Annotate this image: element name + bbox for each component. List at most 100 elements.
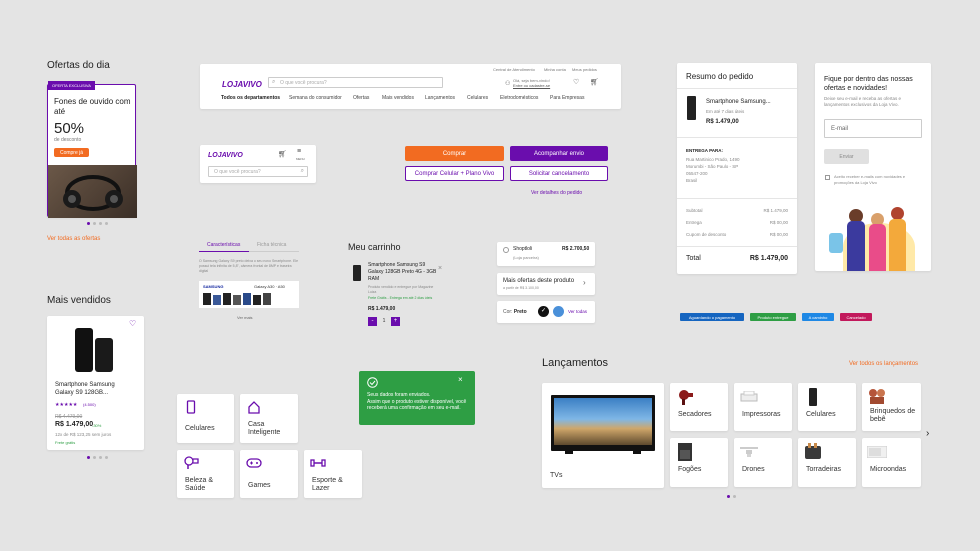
printer-image xyxy=(740,391,758,402)
resumo-divider-3 xyxy=(677,198,797,199)
enviar-button[interactable]: Enviar xyxy=(824,149,869,164)
resumo-title: Resumo do pedido xyxy=(686,72,754,81)
microwave-image xyxy=(867,446,887,458)
carousel-next-icon[interactable]: › xyxy=(926,428,929,439)
category-beleza-saude[interactable]: Beleza & Saúde xyxy=(177,450,234,498)
nav-empresas[interactable]: Para Empresas xyxy=(550,95,584,101)
ver-todas-cores-link[interactable]: Ver todas xyxy=(568,309,587,314)
category-celulares[interactable]: Celulares xyxy=(177,394,234,443)
offer-headline: Fones de ouvido com até xyxy=(54,97,131,116)
newsletter-email-placeholder: E-mail xyxy=(831,126,849,132)
chevron-right-icon: › xyxy=(583,278,586,287)
ver-todos-lancamentos-link[interactable]: Ver todos os lançamentos xyxy=(849,361,918,367)
qty-plus-button[interactable]: + xyxy=(391,317,400,326)
nav-mais-vendidos[interactable]: Mais vendidos xyxy=(382,95,414,101)
cor-label-text: Cor: xyxy=(503,309,513,315)
ver-detalhes-pedido-link[interactable]: Ver detalhes do pedido xyxy=(531,190,582,196)
cupom-value: R$ 00,00 xyxy=(769,232,788,237)
cart-shipping: Frete Grátis - Entrega em até 2 dias úte… xyxy=(368,296,433,300)
category-casa-inteligente[interactable]: Casa Inteligente xyxy=(240,394,298,443)
total-value: R$ 1.479,00 xyxy=(749,255,788,262)
product-price: R$ 1.479,00 xyxy=(55,421,94,428)
color-swatch-black[interactable]: ✓ xyxy=(538,306,549,317)
nav-ofertas[interactable]: Ofertas xyxy=(353,95,369,101)
cart-icon[interactable]: 🛒︎ xyxy=(590,78,599,86)
lancamentos-pagination[interactable] xyxy=(727,495,736,498)
top-link-conta[interactable]: Minha conta xyxy=(544,67,566,72)
hairdryer-icon xyxy=(184,456,199,469)
product-tabs: Características Ficha técnica O Samsung … xyxy=(199,238,299,326)
seller-radio[interactable] xyxy=(503,247,509,253)
top-link-atendimento[interactable]: Central de Atendimento xyxy=(493,67,535,72)
nav-eletrodomesticos[interactable]: Eletrodomésticos xyxy=(500,95,538,101)
mobile-logo[interactable]: LOJAVIVO xyxy=(208,152,243,159)
nav-celulares[interactable]: Celulares xyxy=(467,95,488,101)
cart-remove-icon[interactable]: × xyxy=(438,265,442,272)
mais-vendidos-pagination[interactable] xyxy=(87,456,108,459)
tab-ficha-tecnica[interactable]: Ficha técnica xyxy=(257,242,286,248)
category-tvs[interactable]: TVs xyxy=(542,383,664,488)
ofertas-title: Ofertas do dia xyxy=(47,60,110,71)
category-microondas[interactable]: Microondas xyxy=(862,438,921,487)
nav-lancamentos[interactable]: Lançamentos xyxy=(425,95,455,101)
tab-caracteristicas[interactable]: Características xyxy=(207,242,240,248)
tab-text: O Samsung Galaxy S9 preto deixa o seu no… xyxy=(199,259,299,273)
search-input[interactable]: ⌕ O que você procura? xyxy=(268,77,443,88)
mais-ofertas-label: Mais ofertas deste produto xyxy=(503,278,575,284)
color-swatch-blue[interactable] xyxy=(553,306,564,317)
status-badge-entregue: Produto entregue xyxy=(750,313,796,321)
category-drones[interactable]: Drones xyxy=(734,438,792,487)
mobile-search-icon: ⌕ xyxy=(300,168,304,174)
product-card[interactable]: ♡ Smartphone Samsung Galaxy S9 128GB... … xyxy=(47,316,144,450)
seller-option[interactable]: Shoptloli (Loja parceira) R$ 2.700,50 xyxy=(497,242,595,266)
product-name: Smartphone Samsung Galaxy S9 128GB... xyxy=(55,382,115,396)
ver-todas-ofertas-link[interactable]: Ver todas as ofertas xyxy=(47,236,100,242)
category-impressoras[interactable]: Impressoras xyxy=(734,383,792,431)
ofertas-pagination[interactable] xyxy=(87,222,108,225)
resumo-divider-4 xyxy=(677,246,797,247)
ver-mais-link[interactable]: Ver mais xyxy=(237,315,253,320)
product-phone-image xyxy=(73,326,117,376)
compre-ja-button[interactable]: Compre já xyxy=(54,148,89,157)
mais-ofertas-card[interactable]: Mais ofertas deste produto a partir de R… xyxy=(497,273,595,295)
toast-line2: Assim que o produto estiver disponível, … xyxy=(367,399,467,411)
search-placeholder: O que você procura? xyxy=(280,80,327,86)
status-badge-a-caminho: A caminho xyxy=(802,313,834,321)
logo[interactable]: LOJAVIVO xyxy=(222,80,262,89)
stove-image xyxy=(678,443,692,461)
nav-semana-consumidor[interactable]: Semana do consumidor xyxy=(289,95,342,101)
resumo-delivery: Em até 7 dias úteis xyxy=(706,109,745,114)
acompanhar-envio-button[interactable]: Acompanhar envio xyxy=(510,146,608,161)
menu-icon[interactable]: ≡ xyxy=(297,148,301,155)
toy-image xyxy=(869,389,885,404)
category-microondas-label: Microondas xyxy=(870,466,907,473)
comprar-button[interactable]: Comprar xyxy=(405,146,504,161)
category-torradeiras[interactable]: Torradeiras xyxy=(798,438,856,487)
category-secadores[interactable]: Secadores xyxy=(670,383,728,431)
search-icon: ⌕ xyxy=(272,79,276,85)
qty-value[interactable]: 1 xyxy=(379,317,389,326)
category-brinquedos[interactable]: Brinquedos de bebê xyxy=(862,383,921,431)
cart-seller: Produto vendido e entregue por Magazine … xyxy=(368,285,434,294)
total-label: Total xyxy=(686,255,701,262)
favorite-heart-icon[interactable]: ♡ xyxy=(129,319,136,328)
qty-minus-button[interactable]: - xyxy=(368,317,377,326)
cor-value: Preto xyxy=(513,309,527,315)
category-beleza-label: Beleza & Saúde xyxy=(185,477,214,492)
heart-icon[interactable]: ♡ xyxy=(573,78,579,86)
solicitar-cancelamento-button[interactable]: Solicitar cancelamento xyxy=(510,166,608,181)
newsletter-checkbox[interactable] xyxy=(825,175,830,180)
toast-close-icon[interactable]: × xyxy=(458,375,463,384)
newsletter-email-input[interactable]: E-mail xyxy=(824,119,922,138)
category-games[interactable]: Games xyxy=(240,450,298,498)
nav-todos-departamentos[interactable]: Todos os departamentos xyxy=(221,95,280,101)
top-link-pedidos[interactable]: Meus pedidos xyxy=(572,67,597,72)
mobile-cart-icon[interactable]: 🛒︎ xyxy=(278,150,287,158)
mobile-search-input[interactable]: O que você procura? ⌕ xyxy=(208,166,308,177)
category-celulares-lanc[interactable]: Celulares xyxy=(798,383,856,431)
category-fogoes[interactable]: Fogões xyxy=(670,438,728,487)
ofertas-card[interactable]: OFERTA EXCLUSIVA Fones de ouvido com até… xyxy=(47,81,137,218)
category-esporte-lazer[interactable]: Esporte & Lazer xyxy=(304,450,362,498)
comprar-celular-plano-button[interactable]: Comprar Celular + Plano Vivo xyxy=(405,166,504,181)
login-link[interactable]: Entre ou cadastre-se xyxy=(513,83,550,88)
